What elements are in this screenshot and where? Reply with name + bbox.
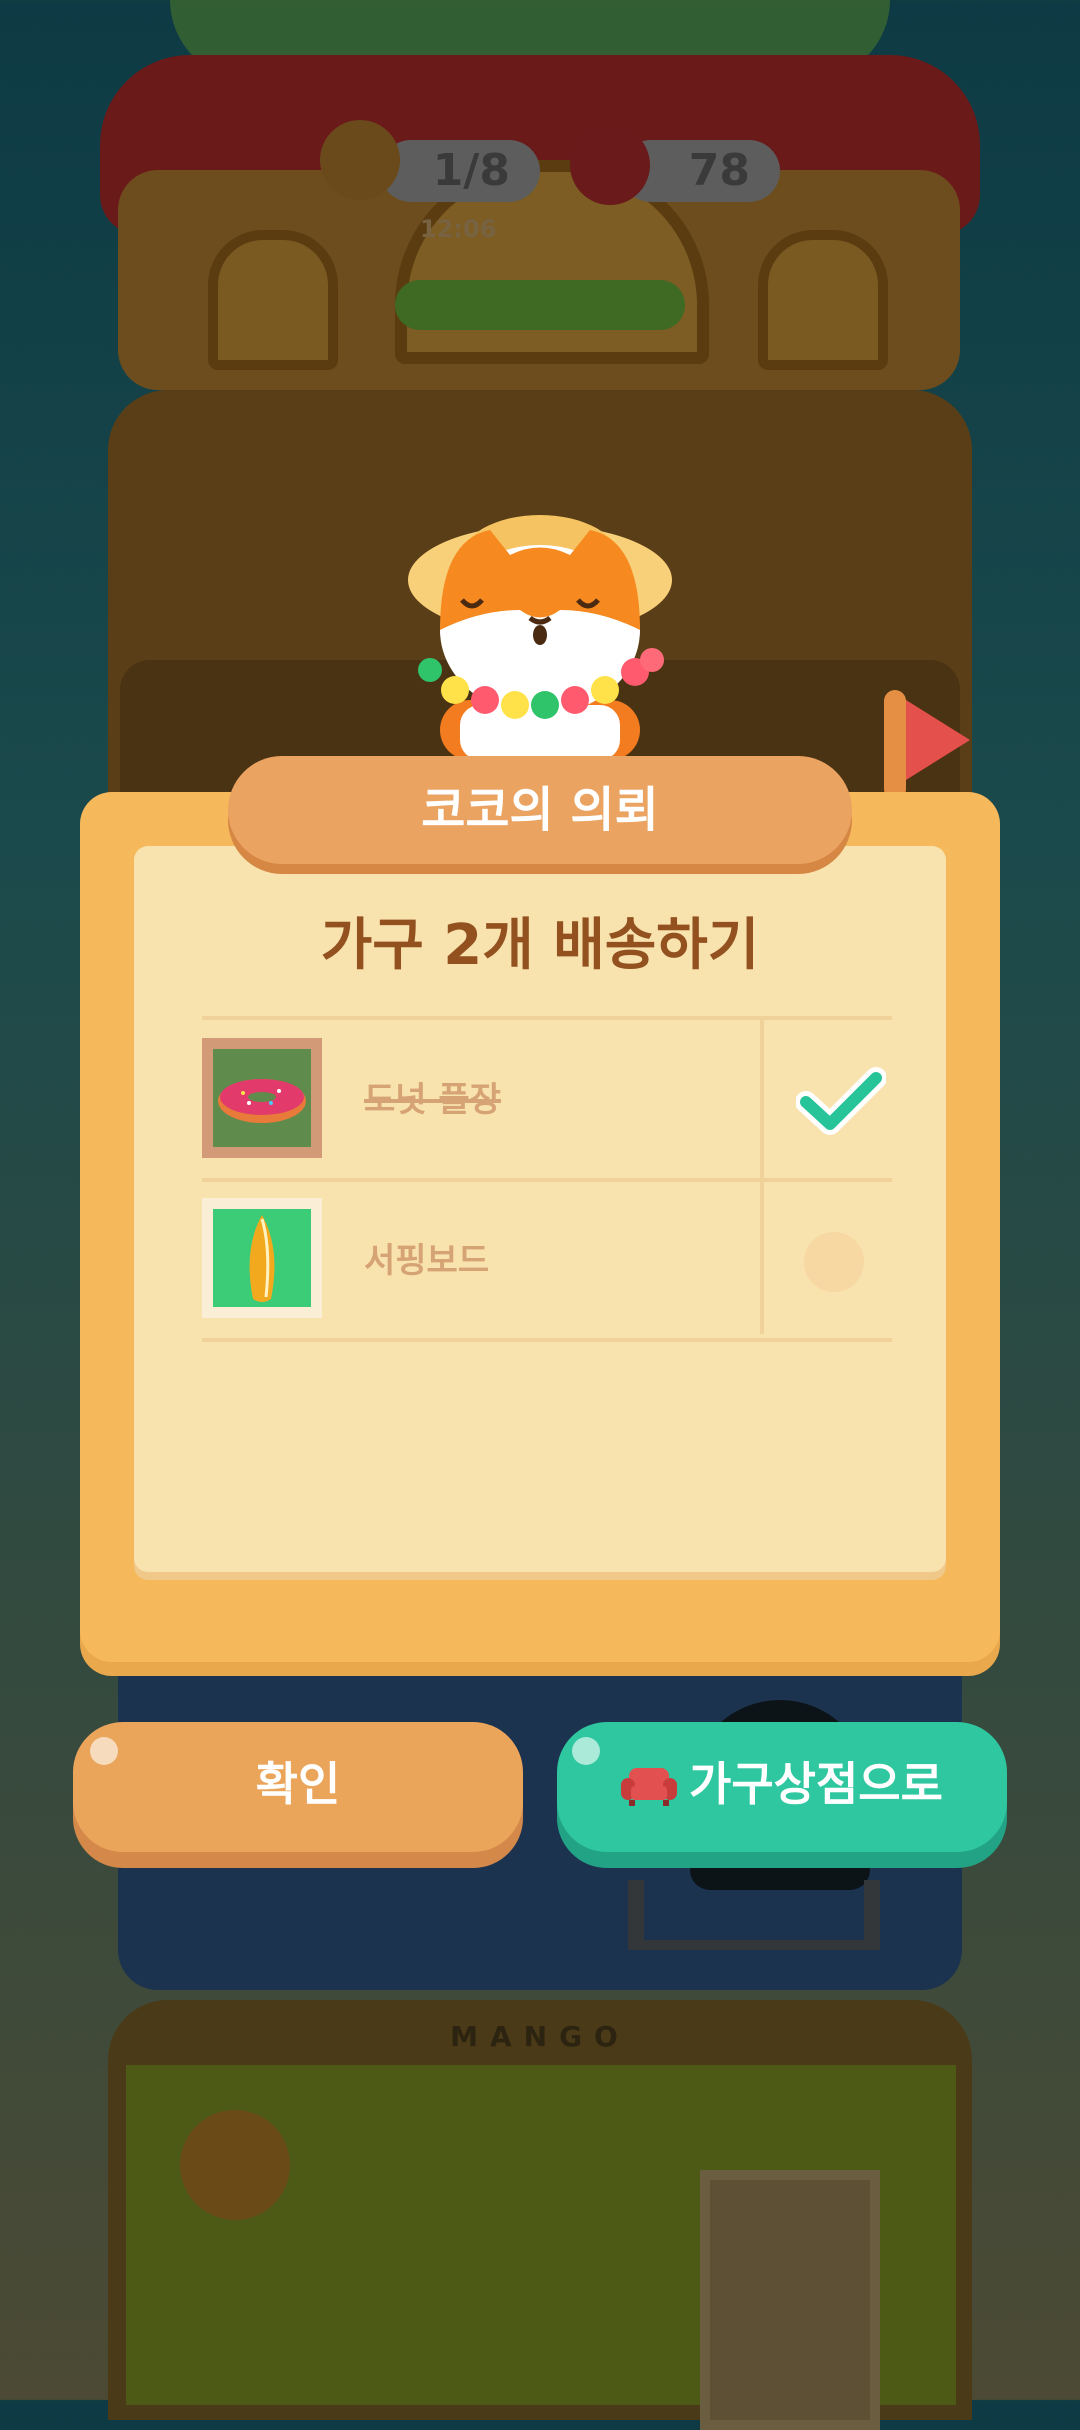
- chair-base: [630, 1940, 880, 1950]
- divider: [202, 1178, 892, 1182]
- flag-icon: [906, 700, 970, 780]
- donut-icon: [218, 1079, 306, 1123]
- shop-sign: MANGO: [450, 2020, 630, 2053]
- item-name: 도넛 플장: [364, 1080, 501, 1120]
- item-name: 서핑보드: [364, 1241, 490, 1281]
- quest-title: 가구 2개 배송하기: [320, 913, 760, 978]
- jar-counter: 1/8: [380, 140, 540, 202]
- timer: 12:06: [420, 215, 497, 243]
- coco-cat-character: [408, 515, 672, 760]
- flag-pole: [884, 690, 906, 800]
- divider: [202, 1338, 892, 1342]
- jar-icon: [320, 120, 400, 200]
- bookshelf: [700, 2170, 880, 2430]
- can-icon: [570, 125, 650, 205]
- item-thumbnail: [202, 1198, 322, 1318]
- button-shine: [90, 1737, 118, 1765]
- background-cat: [180, 2110, 290, 2220]
- sofa-icon: [621, 1767, 678, 1806]
- surfboard-icon: [249, 1215, 275, 1302]
- divider: [760, 1018, 764, 1334]
- furniture-shop-button[interactable]: 가구상점으로: [557, 1722, 1007, 1852]
- divider: [202, 1016, 892, 1020]
- dialog-title: 코코의 의뢰: [228, 756, 852, 864]
- item-thumbnail: [202, 1038, 322, 1158]
- window-left: [208, 230, 338, 370]
- button-shine: [572, 1737, 600, 1765]
- window-right: [758, 230, 888, 370]
- check-icon: [796, 1067, 886, 1135]
- incomplete-status-icon: [804, 1232, 864, 1292]
- window-flower-box: [395, 280, 685, 330]
- confirm-button[interactable]: 확인: [73, 1722, 523, 1852]
